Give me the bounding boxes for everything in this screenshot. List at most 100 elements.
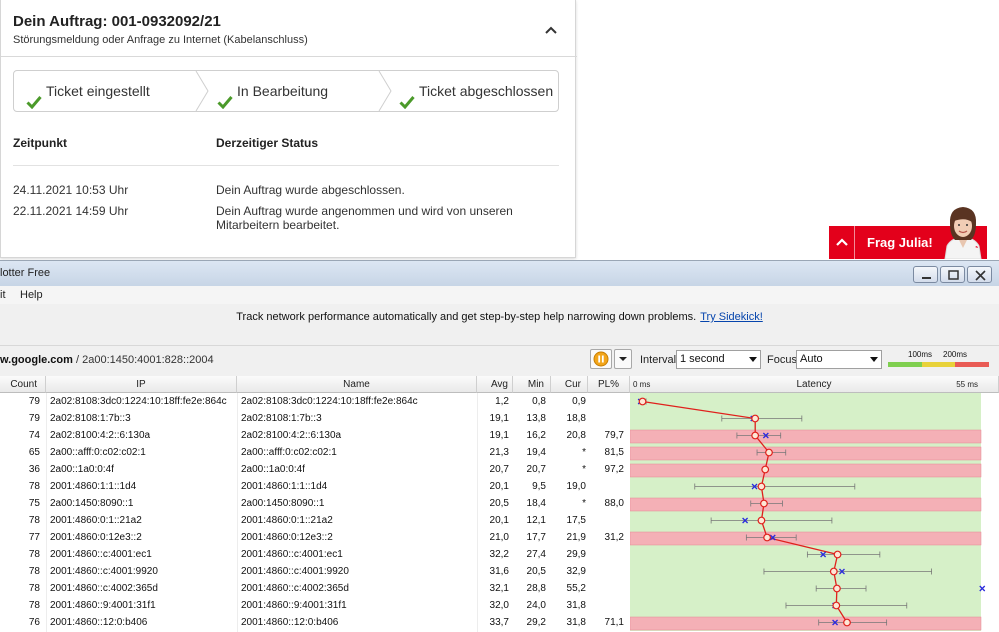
menu-help[interactable]: Help	[20, 289, 43, 301]
window-titlebar[interactable]: lotter Free	[0, 261, 999, 286]
focus-select[interactable]: Auto	[796, 350, 882, 369]
column-header-count[interactable]: Count	[0, 376, 46, 393]
cell-min: 20,5	[526, 566, 546, 577]
entry-time: 24.11.2021 10:53 Uhr	[13, 183, 129, 197]
avg-latency-point	[757, 516, 766, 525]
column-header-avg[interactable]: Avg	[477, 376, 513, 393]
maximize-icon[interactable]	[940, 266, 965, 283]
cell-min: 18,4	[526, 498, 546, 509]
cell-name: 2a00::afff:0:c02:c02:1	[241, 447, 337, 458]
latency-scale-legend: 100ms 200ms	[888, 350, 989, 370]
table-row[interactable]: 79 2a02:8108:3dc0:1224:10:18ff:fe2e:864c 2…	[0, 393, 630, 410]
scale-bad	[955, 362, 989, 367]
interval-select[interactable]: 1 second	[676, 350, 761, 369]
entry-time: 22.11.2021 14:59 Uhr	[13, 204, 129, 218]
order-header: Dein Auftrag: 001-0932092/21 Störungsmel…	[1, 0, 577, 57]
step-ticket-submitted: Ticket eingestellt	[26, 71, 150, 111]
avg-latency-point	[833, 584, 841, 593]
avg-latency-point	[763, 533, 772, 542]
chevron-up-icon	[829, 226, 855, 259]
pause-button[interactable]	[590, 349, 612, 369]
table-row[interactable]: 78 2001:4860:1:1::1d4 2001:4860:1:1::1d4 20…	[0, 478, 630, 495]
chevron-up-icon[interactable]	[541, 20, 561, 40]
avg-latency-point	[843, 618, 851, 627]
column-header-min[interactable]: Min	[513, 376, 551, 393]
order-title: Dein Auftrag: 001-0932092/21	[13, 13, 221, 30]
scale-medium	[922, 362, 955, 367]
order-subtitle: Störungsmeldung oder Anfrage zu Internet…	[13, 34, 308, 46]
cell-count: 36	[28, 464, 40, 475]
scale-label-200: 200ms	[943, 350, 968, 359]
cell-count: 79	[28, 396, 40, 407]
target-host: w.google.com	[0, 354, 73, 366]
check-icon	[399, 84, 415, 110]
table-row[interactable]: 78 2001:4860::c:4002:365d 2001:4860::c:400…	[0, 580, 630, 597]
cell-cur: 17,5	[566, 515, 586, 526]
cell-pl: 88,0	[604, 498, 624, 509]
cell-name: 2a00:1450:8090::1	[241, 498, 325, 509]
table-row[interactable]: 78 2001:4860::c:4001:9920 2001:4860::c:400…	[0, 563, 630, 580]
minimize-icon[interactable]	[913, 266, 938, 283]
cell-min: 24,0	[526, 600, 546, 611]
cell-ip: 2a00::afff:0:c02:c02:1	[50, 447, 146, 458]
cell-ip: 2001:4860:0:1::21a2	[50, 515, 142, 526]
pause-options-dropdown[interactable]	[614, 349, 632, 369]
avg-latency-point	[829, 567, 838, 576]
cell-name: 2a02:8108:1:7b::3	[241, 413, 322, 424]
table-row[interactable]: 79 2a02:8108:1:7b::3 2a02:8108:1:7b::3 19,1…	[0, 410, 630, 427]
cell-name: 2001:4860:0:12e3::2	[241, 532, 333, 543]
packet-loss-band	[630, 446, 982, 461]
packet-loss-band	[630, 497, 982, 512]
latency-axis-max: 55 ms	[956, 380, 978, 389]
close-icon[interactable]	[967, 266, 992, 283]
trace-grid: Count IP Name Avg Min Cur PL% 0 ms Laten…	[0, 376, 999, 632]
cell-ip: 2a00:1450:8090::1	[50, 498, 134, 509]
entry-status-continued: Mitarbeitern bearbeitet.	[216, 218, 340, 232]
scale-good	[888, 362, 922, 367]
table-row[interactable]: 77 2001:4860:0:12e3::2 2001:4860:0:12e3::2…	[0, 529, 630, 546]
cell-count: 76	[28, 617, 40, 628]
cell-ip: 2001:4860::c:4001:9920	[50, 566, 158, 577]
cell-min: 27,4	[526, 549, 546, 560]
cell-cur: 32,9	[566, 566, 586, 577]
table-row[interactable]: 78 2001:4860::9:4001:31f1 2001:4860::9:400…	[0, 597, 630, 614]
packet-loss-band	[630, 531, 982, 546]
interval-label: Interval	[640, 354, 677, 366]
table-row[interactable]: 74 2a02:8100:4:2::6:130a 2a02:8100:4:2::6:…	[0, 427, 630, 444]
packet-loss-band	[630, 463, 982, 478]
chevron-down-icon	[749, 357, 757, 362]
cell-name: 2001:4860::c:4002:365d	[241, 583, 349, 594]
column-header-pl[interactable]: PL%	[588, 376, 630, 393]
table-row[interactable]: 75 2a00:1450:8090::1 2a00:1450:8090::1 20,5…	[0, 495, 630, 512]
step-separator	[195, 71, 209, 111]
column-header-latency[interactable]: 0 ms Latency 55 ms	[630, 376, 999, 393]
target-address: w.google.com / 2a00:1450:4001:828::2004	[0, 354, 214, 366]
column-header-ip[interactable]: IP	[46, 376, 237, 393]
table-row[interactable]: 78 2001:4860::c:4001:ec1 2001:4860::c:4001…	[0, 546, 630, 563]
table-row[interactable]: 36 2a00::1a0:0:4f 2a00::1a0:0:4f 20,7 20,7 * 9…	[0, 461, 630, 478]
cell-ip: 2001:4860:1:1::1d4	[50, 481, 137, 492]
cell-pl: 81,5	[604, 447, 624, 458]
column-header-cur[interactable]: Cur	[551, 376, 588, 393]
entry-status: Dein Auftrag wurde angenommen und wird v…	[216, 204, 513, 218]
step-ticket-closed: Ticket abgeschlossen	[399, 71, 553, 111]
cell-avg: 31,6	[489, 566, 509, 577]
table-row[interactable]: 65 2a00::afff:0:c02:c02:1 2a00::afff:0:c02…	[0, 444, 630, 461]
promo-link[interactable]: Try Sidekick!	[700, 311, 763, 323]
cell-count: 79	[28, 413, 40, 424]
packet-loss-band	[630, 616, 982, 631]
cell-min: 20,7	[526, 464, 546, 475]
table-row[interactable]: 76 2001:4860::12:0:b406 2001:4860::12:0:b4…	[0, 614, 630, 631]
cell-min: 16,2	[526, 430, 546, 441]
cell-ip: 2001:4860::c:4001:ec1	[50, 549, 152, 560]
cell-count: 78	[28, 566, 40, 577]
cell-min: 13,8	[526, 413, 546, 424]
latency-chart	[630, 393, 986, 631]
table-row[interactable]: 78 2001:4860:0:1::21a2 2001:4860:0:1::21a2…	[0, 512, 630, 529]
menu-edit[interactable]: it	[0, 289, 6, 301]
cell-cur: 0,9	[572, 396, 586, 407]
cell-count: 77	[28, 532, 40, 543]
avg-latency-point	[638, 397, 647, 406]
column-header-name[interactable]: Name	[237, 376, 477, 393]
promo-banner: Track network performance automatically …	[0, 311, 999, 323]
